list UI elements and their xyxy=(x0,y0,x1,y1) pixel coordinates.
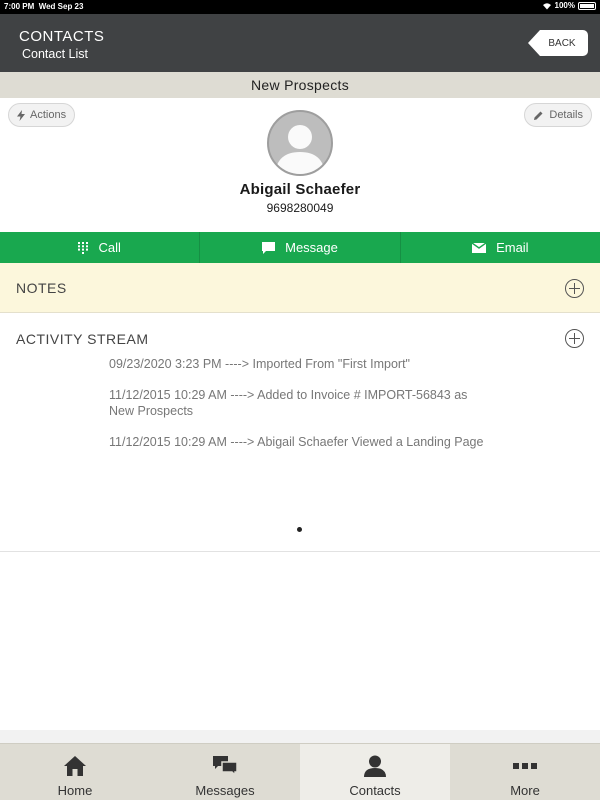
add-note-icon[interactable] xyxy=(565,279,584,298)
tab-bar: Home Messages Contacts More xyxy=(0,743,600,800)
tab-more-label: More xyxy=(510,783,540,798)
tab-messages[interactable]: Messages xyxy=(150,744,300,800)
contacts-icon xyxy=(364,755,386,777)
contact-phone: 9698280049 xyxy=(266,201,334,215)
page-subtitle: Contact List xyxy=(22,47,89,61)
message-label: Message xyxy=(285,240,338,255)
tab-contacts[interactable]: Contacts xyxy=(300,744,450,800)
avatar xyxy=(267,110,333,176)
more-icon xyxy=(513,763,537,769)
activity-stream-heading: ACTIVITY STREAM xyxy=(16,331,149,347)
activity-list: 09/23/2020 3:23 PM ----> Imported From "… xyxy=(109,356,489,465)
battery-percent: 100% xyxy=(554,1,575,10)
actions-label: Actions xyxy=(30,109,67,121)
tab-contacts-label: Contacts xyxy=(349,783,401,798)
list-item: 11/12/2015 10:29 AM ----> Abigail Schaef… xyxy=(109,435,484,449)
message-button[interactable]: Message xyxy=(200,232,401,263)
contact-action-bar: Call Message Email xyxy=(0,232,600,263)
home-icon xyxy=(64,756,86,776)
pencil-icon xyxy=(534,111,543,120)
keypad-icon xyxy=(78,241,89,254)
status-time: 7:00 PM Wed Sep 23 xyxy=(4,2,84,11)
back-button[interactable]: BACK xyxy=(528,30,588,56)
battery-icon xyxy=(578,1,596,10)
contact-name: Abigail Schaefer xyxy=(239,181,361,198)
list-item: 11/12/2015 10:29 AM ----> Added to Invoi… xyxy=(109,388,468,418)
page-indicator-dot xyxy=(297,527,302,532)
notes-heading: NOTES xyxy=(16,280,67,296)
add-activity-icon[interactable] xyxy=(565,329,584,348)
tab-home[interactable]: Home xyxy=(0,744,150,800)
details-label: Details xyxy=(549,109,583,121)
call-label: Call xyxy=(98,240,121,255)
email-button[interactable]: Email xyxy=(401,232,600,263)
bottom-divider xyxy=(0,730,600,743)
lightning-icon xyxy=(17,109,25,121)
activity-stream-section: ACTIVITY STREAM 09/23/2020 3:23 PM ---->… xyxy=(0,314,600,552)
group-title: New Prospects xyxy=(0,72,600,98)
email-label: Email xyxy=(496,240,529,255)
list-item: 09/23/2020 3:23 PM ----> Imported From "… xyxy=(109,357,410,371)
envelope-icon xyxy=(472,242,487,253)
actions-button[interactable]: Actions xyxy=(8,103,76,127)
person-silhouette-icon xyxy=(275,125,325,174)
chat-bubble-icon xyxy=(262,241,276,254)
tab-home-label: Home xyxy=(57,783,93,798)
wifi-icon xyxy=(542,2,551,9)
status-bar: 7:00 PM Wed Sep 23 100% xyxy=(0,0,600,14)
page-title: CONTACTS xyxy=(19,28,105,45)
tab-more[interactable]: More xyxy=(450,744,600,800)
details-button[interactable]: Details xyxy=(524,103,592,127)
status-right: 100% xyxy=(542,1,596,10)
call-button[interactable]: Call xyxy=(0,232,201,263)
tab-messages-label: Messages xyxy=(195,783,255,798)
notes-section: NOTES xyxy=(0,263,600,313)
messages-icon xyxy=(213,756,237,776)
app-header: CONTACTS Contact List BACK xyxy=(0,14,600,72)
